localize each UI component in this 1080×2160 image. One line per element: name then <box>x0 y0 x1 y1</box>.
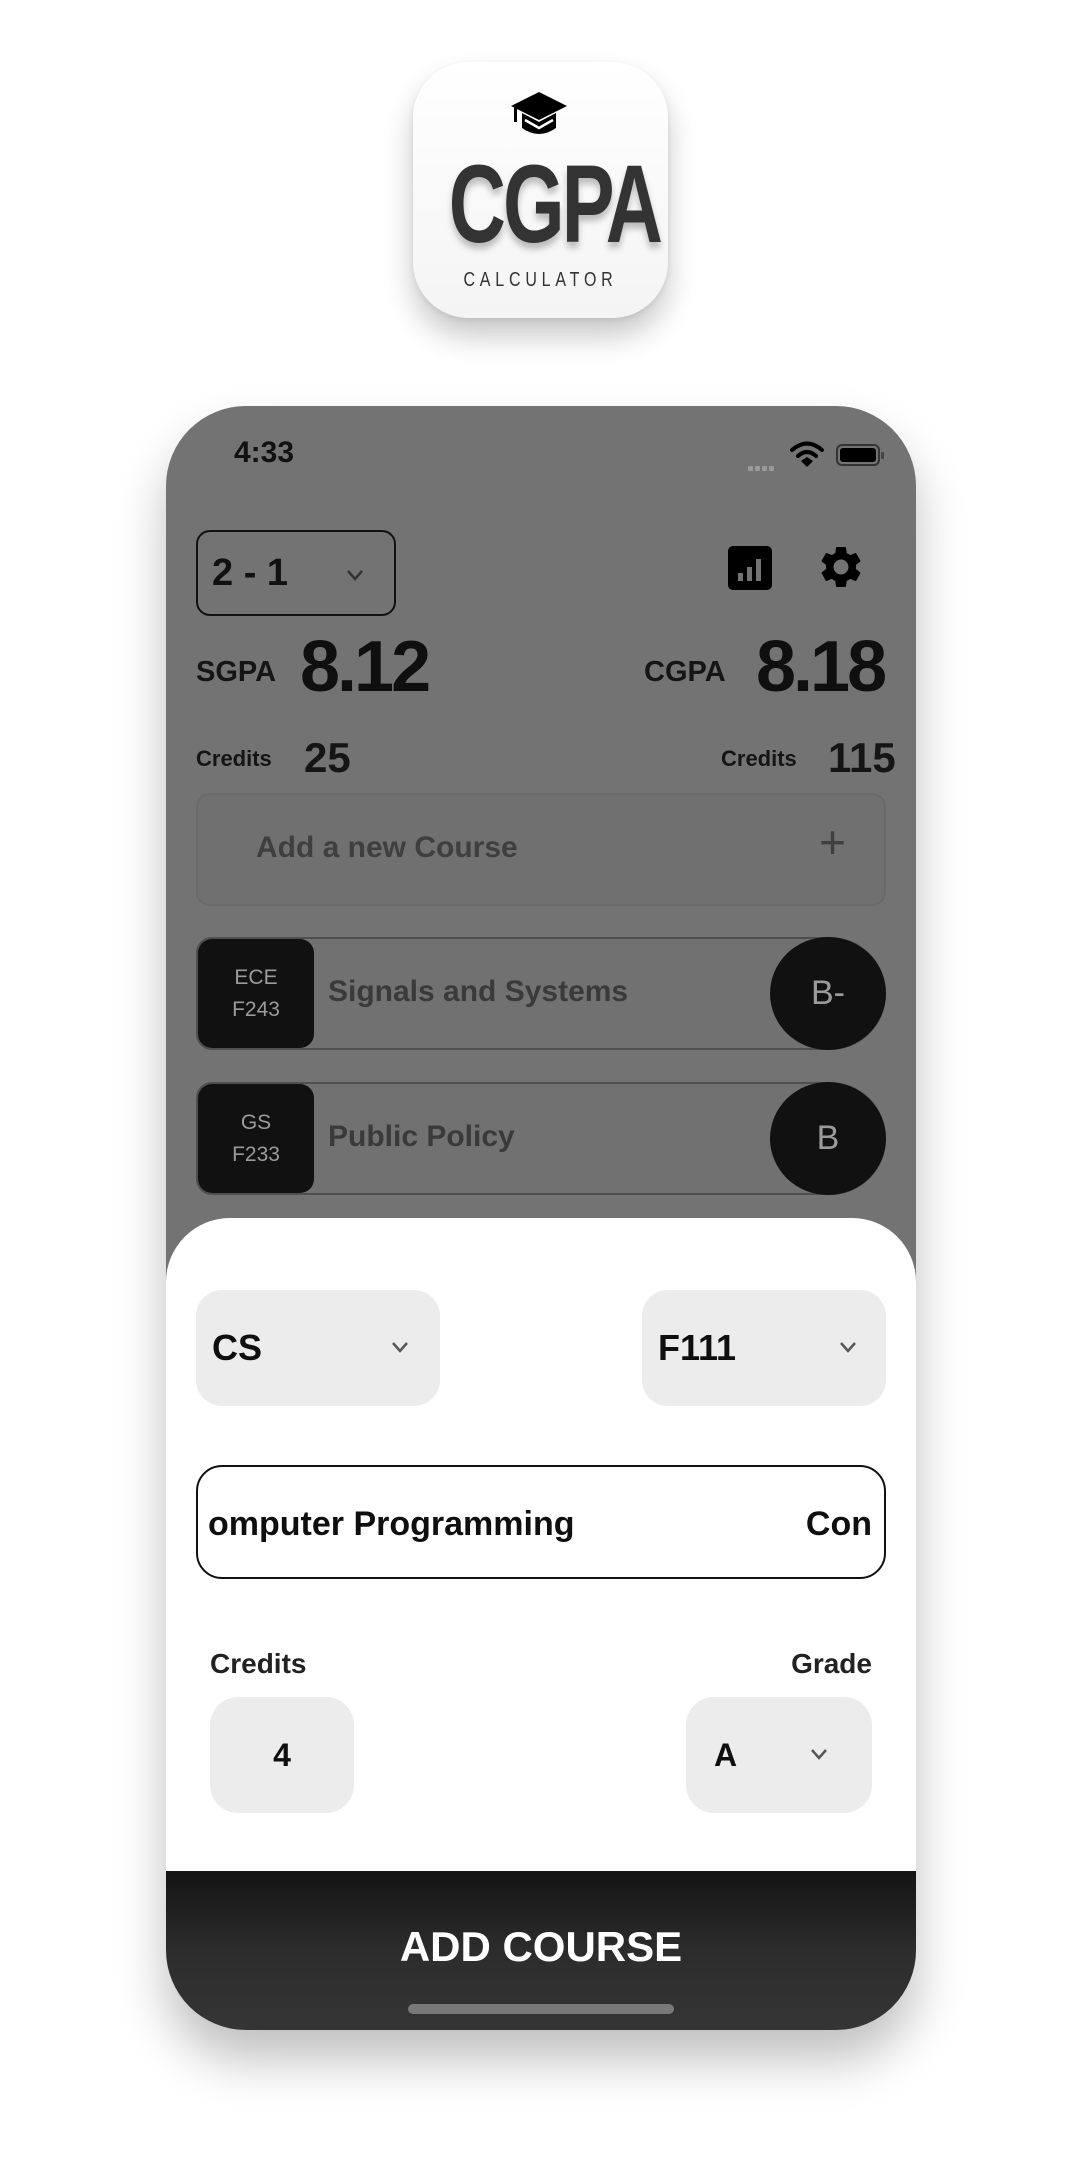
course-code: ECE F243 <box>198 939 314 1048</box>
chevron-down-icon <box>346 566 364 584</box>
course-name: Signals and Systems <box>328 975 629 1008</box>
gear-icon[interactable] <box>816 542 866 592</box>
status-time: 4:33 <box>234 436 295 469</box>
department-dropdown[interactable]: CS <box>196 1290 440 1406</box>
add-new-course-label: Add a new Course <box>256 831 518 864</box>
semester-credits-label: Credits <box>196 746 272 771</box>
chevron-down-icon <box>391 1338 409 1356</box>
semester-credits-value: 25 <box>304 734 351 781</box>
course-name-text: omputer Programming <box>208 1505 575 1543</box>
plus-icon: + <box>819 816 846 868</box>
course-number-dropdown[interactable]: F111 <box>642 1290 886 1406</box>
course-number: F243 <box>232 997 280 1021</box>
grade-value: A <box>714 1736 738 1773</box>
course-number: F233 <box>232 1142 280 1166</box>
course-number-value: F111 <box>658 1327 737 1368</box>
grade-label: Grade <box>791 1648 872 1679</box>
cgpa-label: CGPA <box>644 656 726 688</box>
chevron-down-icon <box>810 1745 828 1763</box>
add-new-course-row[interactable]: Add a new Course + <box>196 793 886 906</box>
grade-dropdown[interactable]: A <box>686 1697 872 1813</box>
course-grade-badge: B- <box>770 937 886 1050</box>
semester-value: 2 - 1 <box>212 551 289 594</box>
course-item[interactable]: ECE F243 Signals and Systems B- <box>196 937 886 1050</box>
cgpa-value: 8.18 <box>756 627 887 707</box>
bar-chart-icon[interactable] <box>728 546 772 590</box>
total-credits-value: 115 <box>828 734 896 781</box>
wifi-icon <box>790 441 824 467</box>
credits-value: 4 <box>273 1736 291 1773</box>
course-dept: ECE <box>234 965 278 989</box>
course-code: GS F233 <box>198 1084 314 1193</box>
sgpa-value: 8.12 <box>300 627 431 707</box>
phone-screen: 4:33 2 - 1 SGPA 8.12 CGPA 8.18 Credits 2… <box>166 406 916 2030</box>
add-course-button[interactable]: ADD COURSE <box>166 1871 916 2030</box>
credits-input[interactable]: 4 <box>210 1697 354 1813</box>
department-value: CS <box>212 1327 263 1368</box>
course-name: Public Policy <box>328 1120 515 1153</box>
chevron-down-icon <box>839 1338 857 1356</box>
app-icon-subtitle: CALCULATOR <box>463 269 618 291</box>
signal-dots-icon <box>748 458 776 471</box>
course-name-text-repeat: Con <box>805 1505 872 1543</box>
credits-label: Credits <box>210 1648 307 1679</box>
course-dept: GS <box>240 1110 272 1134</box>
battery-icon <box>836 444 884 466</box>
semester-dropdown[interactable]: 2 - 1 <box>196 530 396 616</box>
add-course-button-label: ADD COURSE <box>399 1923 683 1970</box>
course-name-marquee-field[interactable]: omputer Programming Con <box>196 1465 886 1579</box>
app-icon: CGPA CALCULATOR <box>413 62 668 318</box>
home-indicator[interactable] <box>408 2004 674 2014</box>
sgpa-label: SGPA <box>196 656 277 688</box>
graduation-cap-icon <box>511 92 567 134</box>
total-credits-label: Credits <box>721 746 797 771</box>
app-icon-title: CGPA <box>448 143 663 266</box>
course-item[interactable]: GS F233 Public Policy B <box>196 1082 886 1195</box>
course-grade-badge: B <box>770 1082 886 1195</box>
